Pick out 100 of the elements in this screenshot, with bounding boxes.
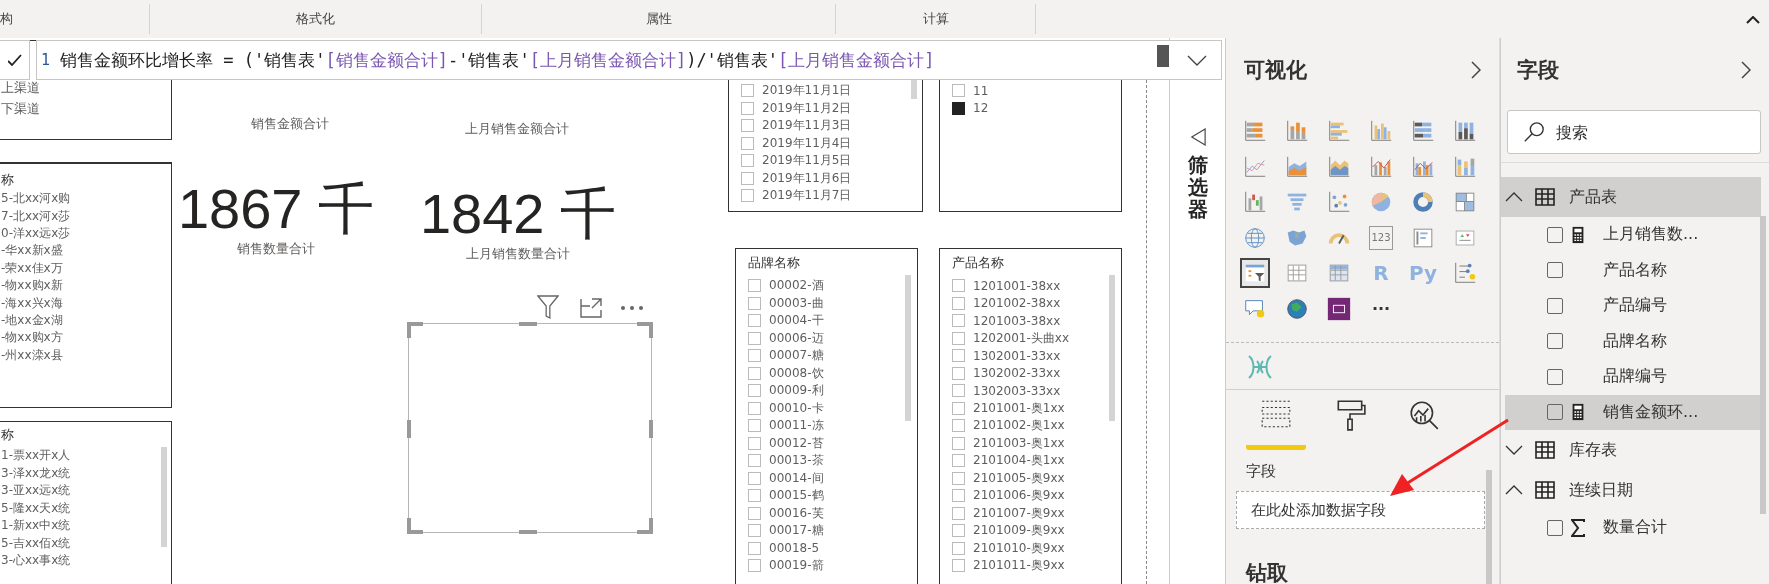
checkbox[interactable] (952, 384, 965, 398)
checkbox[interactable] (748, 524, 761, 538)
slicer-option[interactable]: 7-北xx河x莎 (1, 207, 171, 225)
caret-icon[interactable] (1505, 445, 1523, 455)
checkbox[interactable] (952, 279, 965, 293)
scrollbar[interactable] (1760, 216, 1766, 514)
slicer-option[interactable]: 2101011-奥9xx (952, 557, 1121, 575)
slicer-option[interactable]: -华xx新x盛 (1, 242, 171, 260)
chevron-right-icon[interactable] (1741, 61, 1751, 79)
slicer-option[interactable]: 2019年11月7日 (741, 187, 922, 205)
field-table-item[interactable]: 库存表 (1501, 430, 1761, 470)
checkbox[interactable] (1547, 368, 1563, 385)
checkbox[interactable] (952, 101, 965, 115)
slicer-option[interactable]: 3-心xx事x统 (1, 552, 171, 570)
slicer-option[interactable]: 2101002-奥1xx (952, 417, 1121, 435)
scrollbar[interactable] (1486, 470, 1492, 584)
slicer-option[interactable]: 3-亚xx远x统 (1, 482, 171, 500)
checkbox[interactable] (748, 331, 761, 345)
field-item[interactable]: 品牌名称 (1505, 323, 1761, 359)
checkbox[interactable] (1547, 226, 1563, 243)
focus-mode-icon[interactable] (580, 298, 602, 318)
checkbox[interactable] (952, 541, 965, 555)
checkbox[interactable] (952, 471, 965, 485)
field-item[interactable]: 上月销售数... (1505, 217, 1761, 253)
checkbox[interactable] (952, 559, 965, 573)
field-item[interactable]: 数量合计 (1505, 510, 1761, 546)
checkbox[interactable] (748, 489, 761, 503)
caret-icon[interactable] (1505, 485, 1523, 495)
field-drop-zone[interactable]: 在此处添加数据字段 (1236, 490, 1485, 529)
slicer-option[interactable]: 00011-冻 (748, 417, 917, 435)
slicer-option[interactable]: -州xx滦x县 (1, 346, 171, 364)
slicer-option[interactable]: -荣xx佳x万 (1, 259, 171, 277)
checkbox[interactable] (748, 506, 761, 520)
slicer-option[interactable]: 5-吉xx佰x统 (1, 534, 171, 552)
field-table-item[interactable]: 产品表 (1501, 177, 1761, 217)
slicer-option[interactable]: 11 (952, 82, 1121, 100)
chevron-down-icon[interactable] (1187, 55, 1207, 66)
checkbox[interactable] (1547, 262, 1563, 279)
slicer-option[interactable]: 00013-茶 (748, 452, 917, 470)
field-table-item[interactable]: 连续日期 (1501, 470, 1761, 510)
checkbox[interactable] (1547, 333, 1563, 350)
filters-pane-title[interactable]: 筛选器 (1187, 154, 1208, 220)
slicer-option[interactable]: 00007-糖 (748, 347, 917, 365)
slicer-option[interactable]: -地xx金x湖 (1, 311, 171, 330)
slicer-option[interactable]: 3-泽xx龙x统 (1, 464, 171, 482)
checkbox[interactable] (952, 524, 965, 538)
search-field[interactable]: 搜索 (1507, 110, 1761, 154)
checkbox[interactable] (748, 419, 761, 433)
slicer-option[interactable]: 00016-芙 (748, 504, 917, 522)
slicer-option[interactable]: 00002-酒 (748, 277, 917, 295)
slicer-option[interactable]: 0-洋xx远x莎 (1, 224, 171, 243)
slicer-option[interactable]: 2101005-奥9xx (952, 469, 1121, 487)
checkbox[interactable] (748, 471, 761, 485)
scrollbar[interactable] (1109, 275, 1115, 421)
slicer-option[interactable]: 2101003-奥1xx (952, 434, 1121, 452)
slicer-option[interactable]: 5-隆xx天x统 (1, 499, 171, 517)
slicer-option[interactable]: 1302003-33xx (952, 382, 1121, 400)
checkbox[interactable] (952, 436, 965, 450)
slicer-option[interactable]: 1-新xx中x统 (1, 517, 171, 535)
slicer-option[interactable]: 2019年11月6日 (741, 169, 922, 187)
slicer-option[interactable]: 1201003-38xx (952, 312, 1121, 330)
slicer-option[interactable]: 00010-卡 (748, 399, 917, 417)
slicer-option[interactable]: 下渠道 (1, 98, 171, 119)
checkbox[interactable] (1547, 297, 1563, 314)
slicer-option[interactable]: 1302001-33xx (952, 347, 1121, 365)
checkbox[interactable] (952, 314, 965, 328)
checkbox[interactable] (1547, 519, 1563, 536)
field-item[interactable]: 产品编号 (1505, 288, 1761, 324)
slicer-option[interactable]: 2101007-奥9xx (952, 504, 1121, 522)
checkbox[interactable] (952, 296, 965, 310)
slicer-option[interactable]: 1-票xx开x人 (1, 447, 171, 465)
formula-editor[interactable]: 1 销售金额环比增长率 = ('销售表'[销售金额合计]-'销售表'[上月销售金额合计])/'销售表'[上月销售金额合计] (36, 40, 1222, 80)
checkbox[interactable] (952, 84, 965, 98)
checkbox[interactable] (952, 454, 965, 468)
slicer-option[interactable]: 5-北xx河x购 (1, 190, 171, 208)
slicer-option[interactable]: 1201001-38xx (952, 277, 1121, 295)
slicer-option[interactable]: 00004-干 (748, 312, 917, 330)
scrollbar[interactable] (1157, 45, 1169, 67)
checkbox[interactable] (741, 189, 754, 203)
slicer-visual-icon[interactable] (1240, 258, 1270, 289)
checkbox[interactable] (741, 84, 754, 98)
slicer-option[interactable]: 2019年11月1日 (741, 82, 922, 100)
checkbox[interactable] (952, 331, 965, 345)
checkbox[interactable] (741, 136, 754, 150)
more-options-icon[interactable] (620, 305, 644, 311)
checkbox[interactable] (952, 401, 965, 415)
custom-visual-icon[interactable] (1246, 352, 1274, 381)
scrollbar[interactable] (161, 447, 167, 547)
checkbox[interactable] (952, 419, 965, 433)
slicer-option[interactable]: 2101010-奥9xx (952, 539, 1121, 557)
slicer-option[interactable]: 2101001-奥1xx (952, 399, 1121, 417)
checkbox[interactable] (952, 366, 965, 380)
slicer-option[interactable]: 1201002-38xx (952, 294, 1121, 312)
checkbox[interactable] (748, 296, 761, 310)
caret-icon[interactable] (1505, 192, 1523, 202)
checkbox[interactable] (952, 349, 965, 363)
field-item[interactable]: 销售金额环... (1505, 394, 1761, 430)
slicer-option[interactable]: 2019年11月2日 (741, 99, 922, 117)
checkbox[interactable] (1547, 404, 1563, 421)
slicer-option[interactable]: 2019年11月3日 (741, 117, 922, 135)
